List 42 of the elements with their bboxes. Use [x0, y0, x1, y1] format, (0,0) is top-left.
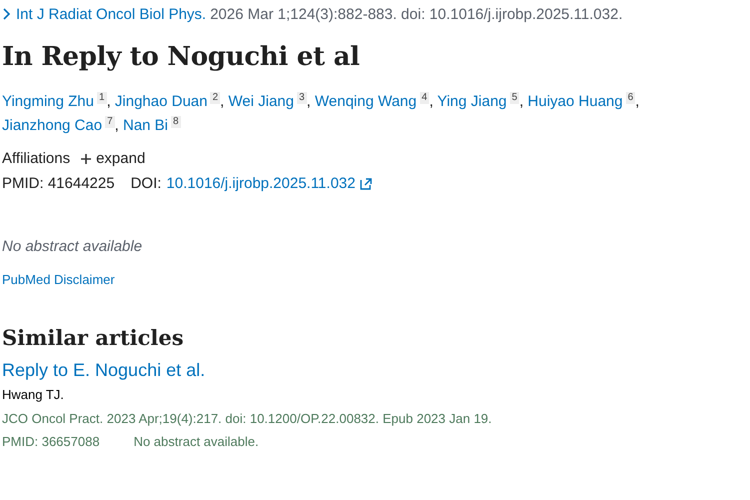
doi-link[interactable]: 10.1016/j.ijrobp.2025.11.032 [166, 175, 356, 192]
affiliations-label: Affiliations [2, 150, 70, 167]
author-link[interactable]: Huiyao Huang [528, 93, 623, 110]
citation-details: 2026 Mar 1;124(3):882-883. doi: 10.1016/j.ijrobp.2025.11.032. [210, 6, 623, 22]
affiliation-number[interactable]: 2 [210, 92, 220, 104]
article-citation: JCO Oncol Pract. 2023 Apr;19(4):217. doi: 10.1200/OP.22.00832. Epub 2023 Jan 19. [2, 411, 493, 426]
article-link[interactable]: Reply to E. Noguchi et al. [2, 360, 206, 381]
comma: , [519, 93, 524, 110]
comma: , [220, 93, 224, 110]
external-link-icon [360, 178, 372, 190]
plus-icon [80, 152, 92, 164]
journal-link[interactable]: Int J Radiat Oncol Biol Phys. [16, 6, 206, 22]
comma: , [306, 93, 311, 110]
disclaimer-link[interactable]: PubMed Disclaimer [2, 272, 115, 287]
affiliation-number[interactable]: 7 [105, 116, 115, 128]
author-link[interactable]: Wei Jiang [228, 93, 294, 110]
affiliation-number[interactable]: 1 [97, 92, 107, 104]
article-authors: Hwang TJ. [2, 387, 65, 402]
author-link[interactable]: Jinghao Duan [114, 93, 208, 110]
abstract-note: No abstract available [2, 238, 144, 255]
doi-label: DOI: [130, 175, 162, 192]
section-heading: Similar articles [2, 325, 185, 350]
author-link[interactable]: Wenqing Wang [314, 93, 417, 110]
article-pmid: PMID: 36657088 [2, 434, 100, 449]
article-title: In Reply to Noguchi et al [2, 42, 361, 72]
pmid: PMID: 41644225 [2, 175, 115, 192]
affiliation-number[interactable]: 5 [510, 92, 520, 104]
author-link[interactable]: Yingming Zhu [2, 93, 94, 110]
author-link[interactable]: Nan Bi [122, 117, 168, 134]
affiliation-number[interactable]: 3 [296, 92, 307, 104]
comma: , [106, 93, 111, 110]
comma: , [114, 117, 119, 134]
affiliation-number[interactable]: 6 [626, 92, 636, 104]
affiliation-number[interactable]: 4 [420, 92, 430, 104]
chevron-icon [2, 8, 12, 20]
comma: , [635, 93, 640, 110]
comma: , [429, 93, 434, 110]
affiliation-number[interactable]: 8 [171, 116, 181, 128]
author-link[interactable]: Ying Jiang [437, 93, 507, 110]
abstract-note: No abstract available. [134, 434, 259, 449]
author-link[interactable]: Jianzhong Cao [2, 117, 102, 134]
expand-button[interactable]: expand [80, 150, 146, 167]
